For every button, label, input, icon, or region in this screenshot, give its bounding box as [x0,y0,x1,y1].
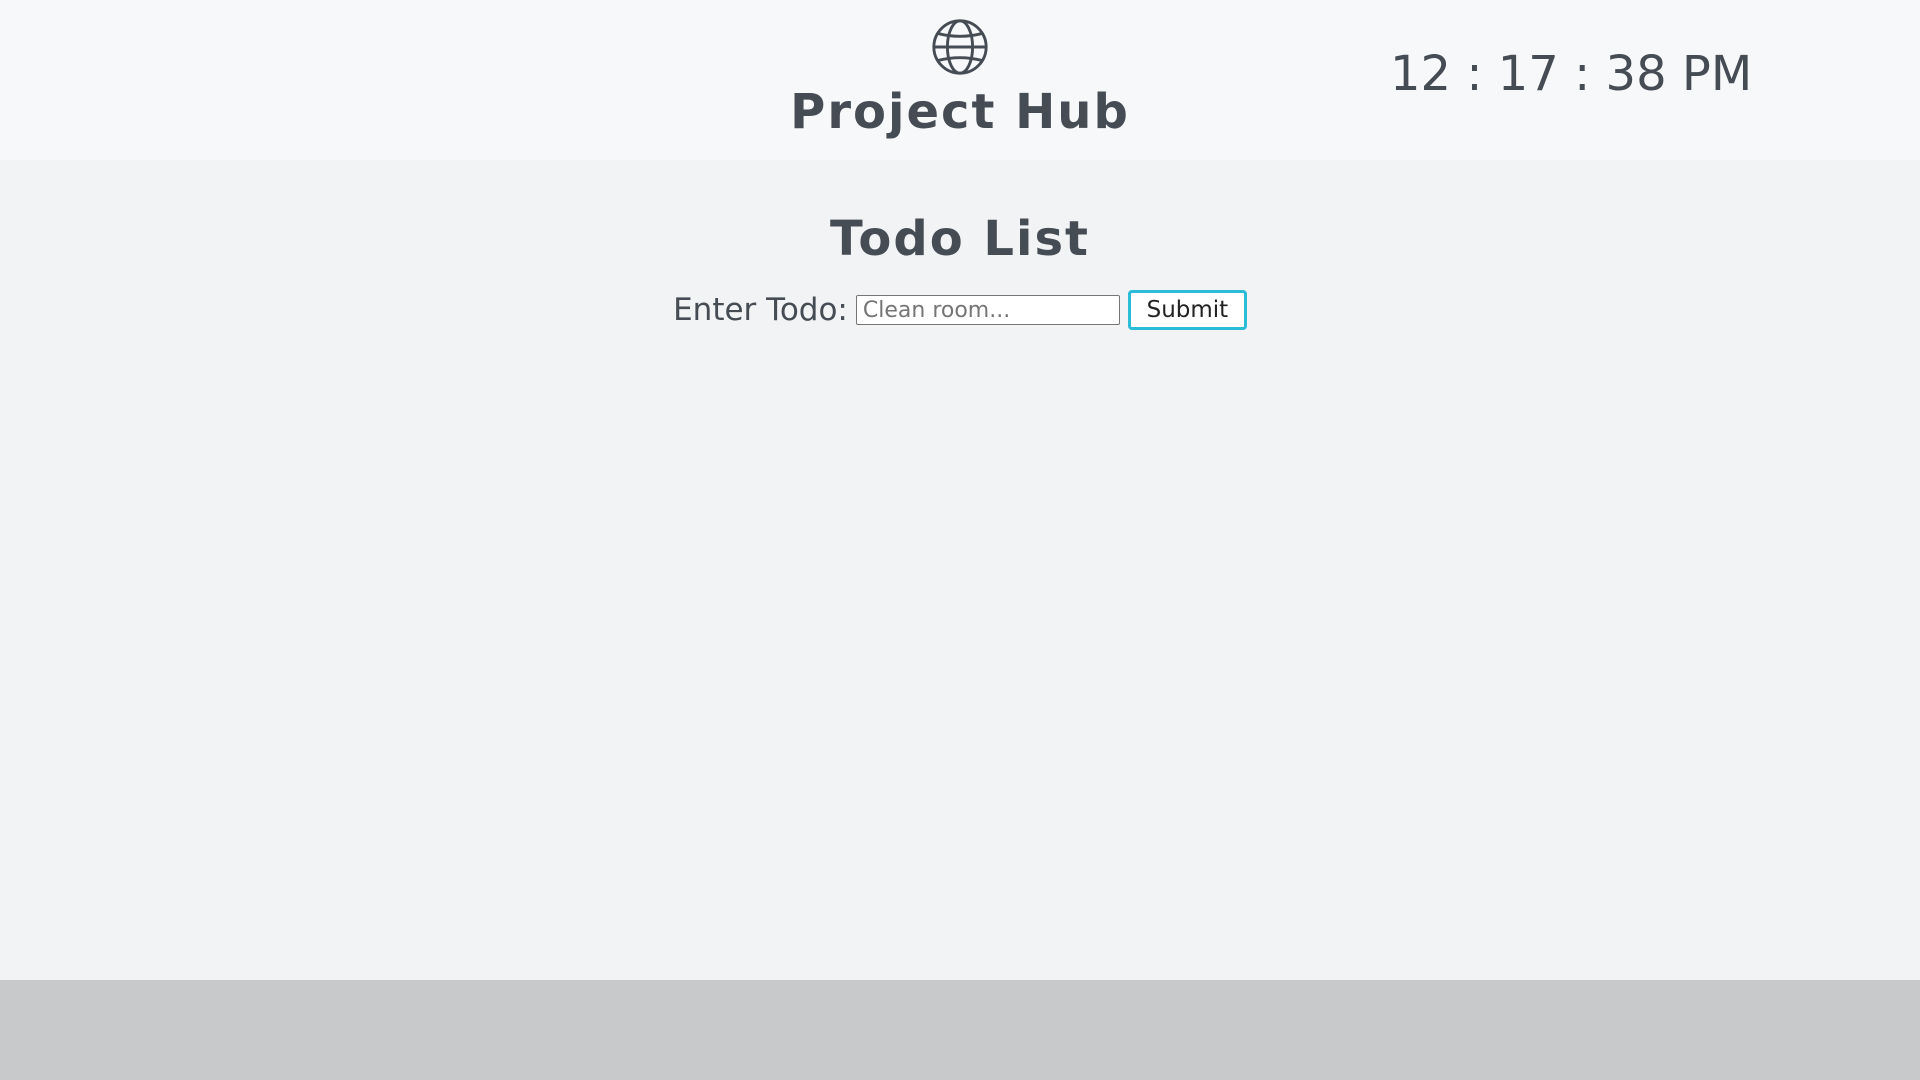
todo-input[interactable] [855,295,1120,325]
main-content: Todo List Enter Todo: Submit [0,160,1920,980]
todo-form: Enter Todo: Submit [0,290,1920,330]
submit-button[interactable]: Submit [1127,290,1247,330]
todo-label: Enter Todo: [673,291,848,328]
page-footer [0,980,1920,1080]
globe-icon [932,19,988,75]
clock: 12 : 17 : 38 PM [1390,46,1753,102]
page-title: Todo List [830,211,1090,267]
page-header: Project Hub 12 : 17 : 38 PM [0,0,1920,160]
